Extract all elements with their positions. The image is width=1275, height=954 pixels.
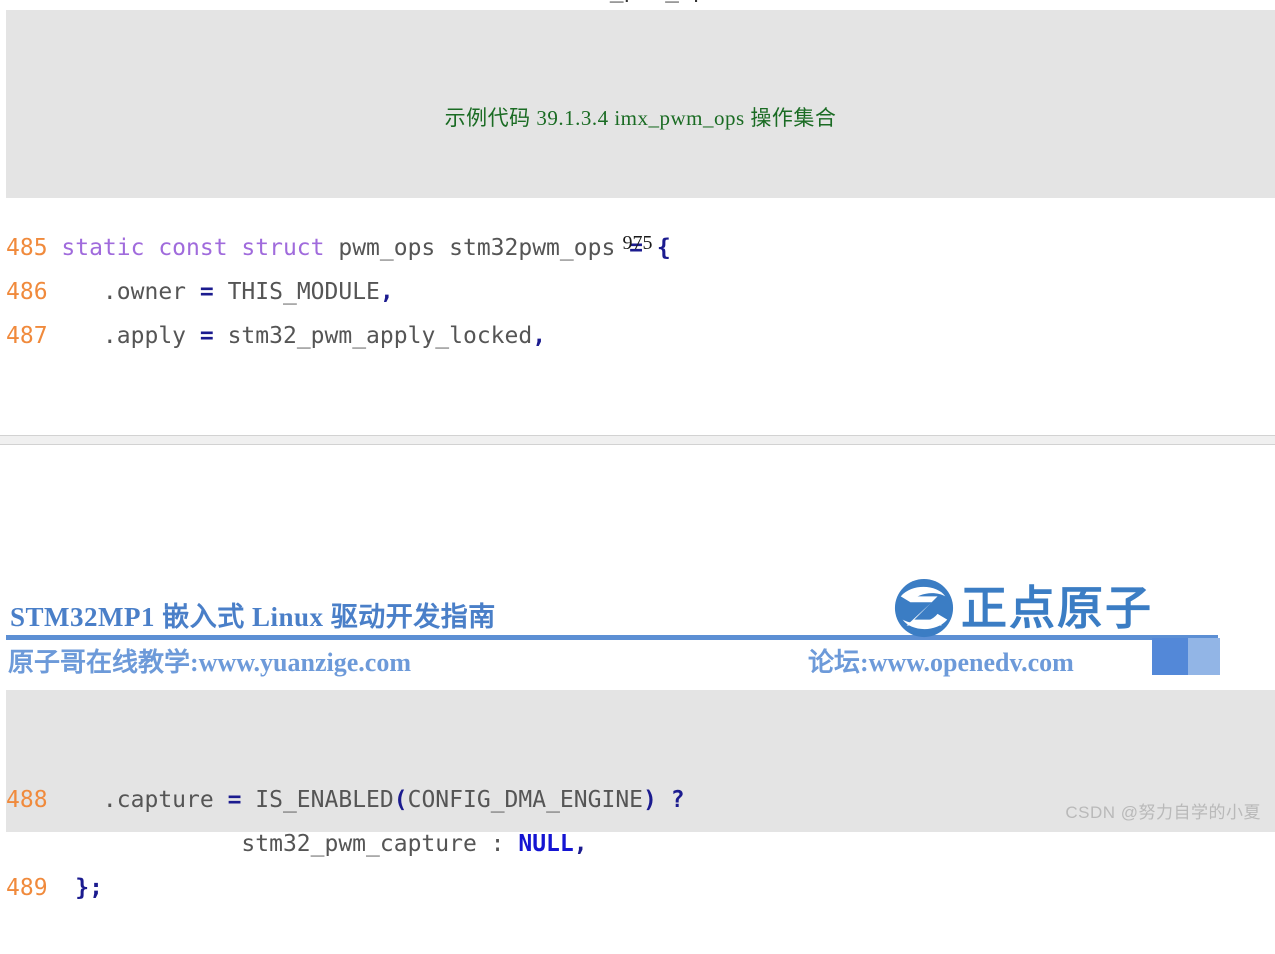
code-token: , <box>532 323 547 349</box>
code-token: = <box>199 279 214 305</box>
code-token: , <box>573 831 588 857</box>
code-token: stm32_pwm_apply_locked <box>213 323 533 349</box>
brand-logo: 正点原子 <box>893 578 1185 638</box>
header-teaching-site[interactable]: 原子哥在线教学:www.yuanzige.com <box>8 642 411 679</box>
clipped-text-sliver: stm32_pwm_ops, <box>0 0 1275 10</box>
brand-name: 正点原子 <box>961 582 1153 634</box>
code-line: 489 }; <box>6 866 1275 910</box>
code-token: .apply <box>61 323 200 349</box>
code-token: .capture <box>61 787 228 813</box>
clipped-text: stm32_pwm_ops, <box>0 0 1275 3</box>
code-line-number: 489 <box>6 875 62 901</box>
code-token: NULL <box>518 831 574 857</box>
brand-swatch-dark <box>1152 638 1188 675</box>
code-token: ( <box>393 787 408 813</box>
code-token: CONFIG_DMA_ENGINE <box>407 787 644 813</box>
code-line-number: 486 <box>6 279 62 305</box>
code-block-caption: 示例代码 39.1.3.4 imx_pwm_ops 操作集合 <box>444 106 837 130</box>
code-token: stm32_pwm_capture : <box>61 831 519 857</box>
zhengdianyuanzi-z-logo-icon <box>893 577 955 639</box>
code-token: ) ? <box>643 787 685 813</box>
code-token: .owner <box>61 279 200 305</box>
header-forum-site[interactable]: 论坛:www.openedv.com <box>808 642 1074 679</box>
csdn-watermark: CSDN @努力自学的小夏 <box>1065 803 1261 822</box>
code-line-number: 487 <box>6 323 62 349</box>
brand-swatch-light <box>1188 638 1220 675</box>
code-token: , <box>379 279 394 305</box>
code-line: 486 .owner = THIS_MODULE, <box>6 270 1275 314</box>
code-token: IS_ENABLED <box>241 787 394 813</box>
page-number: 975 <box>622 232 653 254</box>
code-token: THIS_MODULE <box>213 279 380 305</box>
code-block-top: 示例代码 39.1.3.4 imx_pwm_ops 操作集合 485 stati… <box>6 10 1275 349</box>
header-title: STM32MP1 嵌入式 Linux 驱动开发指南 <box>10 602 496 632</box>
code-line: 487 .apply = stm32_pwm_apply_locked, <box>6 314 1275 358</box>
code-token: = <box>227 787 242 813</box>
page-separator <box>0 435 1275 445</box>
code-line-number <box>6 831 61 857</box>
code-line: stm32_pwm_capture : NULL, <box>6 822 1275 866</box>
code-line-number: 488 <box>6 787 62 813</box>
code-token: = <box>199 323 214 349</box>
code-token: }; <box>75 875 103 901</box>
